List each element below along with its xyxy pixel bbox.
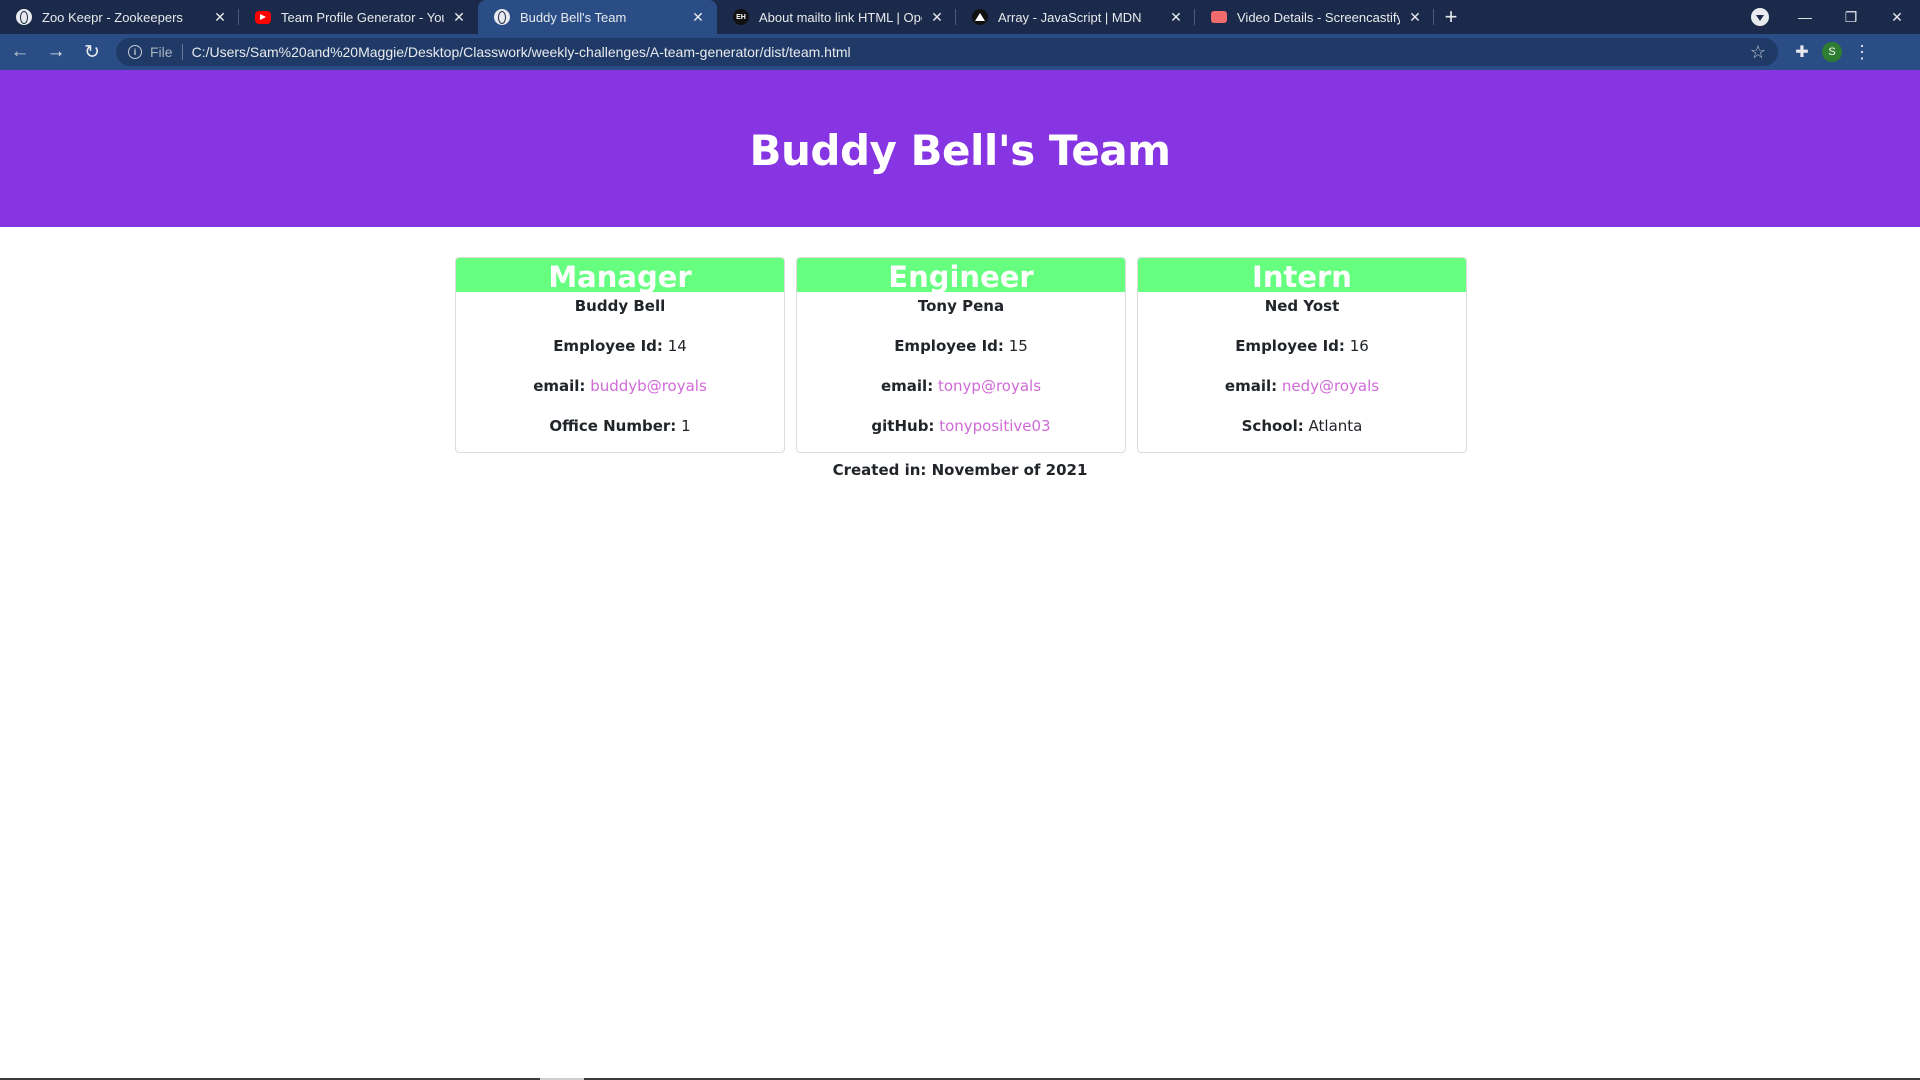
globe-icon: [16, 9, 32, 25]
school-row: School: Atlanta: [1138, 415, 1466, 437]
tab-title: Zoo Keepr - Zookeepers: [42, 9, 183, 25]
github-link[interactable]: tonypositive03: [939, 417, 1050, 435]
close-icon[interactable]: ✕: [689, 8, 707, 26]
globe-icon: [494, 9, 510, 25]
close-icon[interactable]: ✕: [1167, 8, 1185, 26]
employee-id-row: Employee Id: 14: [456, 335, 784, 357]
employee-id-label: Employee Id:: [894, 337, 1004, 355]
email-label: email:: [1224, 377, 1278, 395]
office-number-value: 1: [681, 417, 691, 435]
card-role: Engineer: [797, 258, 1125, 292]
address-bar[interactable]: i File C:/Users/Sam%20and%20Maggie/Deskt…: [116, 38, 1778, 66]
card-role: Manager: [456, 258, 784, 292]
email-label: email:: [533, 377, 586, 395]
card-role: Intern: [1138, 258, 1466, 292]
github-row: gitHub: tonypositive03: [797, 415, 1125, 437]
intern-card: Intern Ned Yost Employee Id: 16 email: n…: [1137, 257, 1467, 453]
browser-toolbar: ← → ↻ i File C:/Users/Sam%20and%20Maggie…: [0, 34, 1920, 70]
tab-divider: [1433, 9, 1434, 25]
tab-screencastify[interactable]: Video Details - Screencastify ✕: [1195, 0, 1434, 34]
tab-mailto[interactable]: EH About mailto link HTML | Open d ✕: [717, 0, 956, 34]
office-number-label: Office Number:: [549, 417, 677, 435]
team-cards: Manager Buddy Bell Employee Id: 14 email…: [455, 257, 1467, 453]
restore-icon[interactable]: ❐: [1828, 0, 1874, 34]
email-row: email: nedy@royals: [1138, 375, 1466, 397]
employee-id-value: 16: [1349, 337, 1369, 355]
screencastify-icon: [1211, 11, 1227, 23]
manager-card: Manager Buddy Bell Employee Id: 14 email…: [455, 257, 785, 453]
close-icon[interactable]: ✕: [928, 8, 946, 26]
tab-title: About mailto link HTML | Open d: [759, 9, 922, 25]
info-icon[interactable]: i: [128, 45, 142, 59]
employee-id-row: Employee Id: 16: [1138, 335, 1466, 357]
tab-title: Array - JavaScript | MDN: [998, 9, 1142, 25]
close-icon[interactable]: ✕: [211, 8, 229, 26]
mdn-icon: [972, 9, 988, 25]
employee-name: Tony Pena: [917, 297, 1005, 315]
page-viewport: Buddy Bell's Team Manager Buddy Bell Emp…: [0, 70, 1920, 1078]
window-close-icon[interactable]: ✕: [1874, 0, 1920, 34]
tab-search-icon[interactable]: [1751, 8, 1769, 26]
tab-title: Video Details - Screencastify: [1237, 9, 1400, 25]
office-number-row: Office Number: 1: [456, 415, 784, 437]
employee-id-row: Employee Id: 15: [797, 335, 1125, 357]
employee-id-value: 15: [1008, 337, 1028, 355]
minimize-icon[interactable]: —: [1782, 0, 1828, 34]
email-link[interactable]: nedy@royals: [1282, 377, 1379, 395]
tab-title: Buddy Bell's Team: [520, 9, 627, 25]
url-text[interactable]: C:/Users/Sam%20and%20Maggie/Desktop/Clas…: [192, 44, 851, 60]
tab-zoo-keepr[interactable]: Zoo Keepr - Zookeepers ✕: [0, 0, 239, 34]
extensions-puzzle-icon[interactable]: ✚: [1786, 36, 1818, 68]
email-link[interactable]: tonyp@royals: [938, 377, 1041, 395]
card-body: Tony Pena Employee Id: 15 email: tonyp@r…: [797, 295, 1125, 437]
tab-mdn[interactable]: Array - JavaScript | MDN ✕: [956, 0, 1195, 34]
employee-id-value: 14: [667, 337, 687, 355]
employee-id-label: Employee Id:: [553, 337, 663, 355]
employee-name: Ned Yost: [1264, 297, 1340, 315]
employee-name: Buddy Bell: [574, 297, 666, 315]
avatar[interactable]: S: [1822, 42, 1842, 62]
url-divider: [181, 44, 183, 60]
email-label: email:: [880, 377, 934, 395]
employee-id-label: Employee Id:: [1235, 337, 1345, 355]
close-icon[interactable]: ✕: [450, 8, 468, 26]
close-icon[interactable]: ✕: [1406, 8, 1424, 26]
school-label: School:: [1241, 417, 1304, 435]
email-row: email: tonyp@royals: [797, 375, 1125, 397]
engineer-card: Engineer Tony Pena Employee Id: 15 email…: [796, 257, 1126, 453]
eh-icon: EH: [733, 9, 749, 25]
kebab-menu-icon[interactable]: ⋮: [1846, 36, 1878, 68]
window-controls: — ❐ ✕: [1782, 0, 1920, 34]
card-body: Ned Yost Employee Id: 16 email: nedy@roy…: [1138, 295, 1466, 437]
youtube-icon: [255, 10, 271, 24]
page-title: Buddy Bell's Team: [749, 125, 1171, 175]
tab-title: Team Profile Generator - YouTube: [281, 9, 444, 25]
tab-youtube[interactable]: Team Profile Generator - YouTube ✕: [239, 0, 478, 34]
github-label: gitHub:: [871, 417, 935, 435]
tab-strip: Zoo Keepr - Zookeepers ✕ Team Profile Ge…: [0, 0, 1920, 34]
tab-buddy-bells-team[interactable]: Buddy Bell's Team ✕: [478, 0, 717, 34]
email-link[interactable]: buddyb@royals: [590, 377, 707, 395]
reload-icon[interactable]: ↻: [76, 36, 108, 68]
url-scheme: File: [150, 44, 173, 60]
card-body: Buddy Bell Employee Id: 14 email: buddyb…: [456, 295, 784, 437]
back-icon[interactable]: ←: [4, 36, 36, 68]
page-header: Buddy Bell's Team: [0, 70, 1920, 227]
forward-icon[interactable]: →: [40, 36, 72, 68]
bookmark-star-icon[interactable]: ☆: [1750, 42, 1766, 63]
email-row: email: buddyb@royals: [456, 375, 784, 397]
school-value: Atlanta: [1308, 417, 1363, 435]
new-tab-button[interactable]: +: [1434, 0, 1468, 34]
created-date: Created in: November of 2021: [832, 461, 1088, 479]
